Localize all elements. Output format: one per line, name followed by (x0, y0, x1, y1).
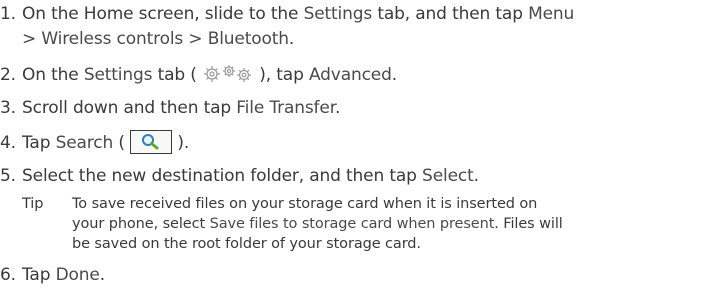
step-text: Tap (22, 265, 56, 285)
step-text: ). (177, 133, 190, 153)
tip-label: Tip (22, 196, 44, 212)
step-text: Select the new destination folder, and t… (22, 166, 423, 186)
step-5: 5. Select the new destination folder, and… (0, 164, 479, 189)
step-text: tab, and then tap (372, 4, 529, 24)
step-1-continuation: > Wireless controls > Bluetooth. (22, 27, 294, 52)
tip-line-3: be saved on the root folder of your stor… (72, 236, 421, 252)
ui-term-settings: Settings (303, 4, 373, 24)
step-number: 3. (0, 98, 16, 118)
step-text: ( (113, 133, 125, 153)
step-text: . (334, 98, 341, 118)
step-text: Tap (22, 133, 56, 153)
step-text: . (288, 29, 295, 49)
ui-term-path: > Wireless controls > Bluetooth (22, 29, 289, 49)
ui-term-done: Done (55, 265, 100, 285)
step-number: 2. (0, 65, 16, 85)
ui-term-save-files: Save files to storage card when present (209, 216, 495, 232)
step-number: 6. (0, 265, 16, 285)
ui-term-file-transfer: File Transfer (236, 98, 335, 118)
step-2: 2. On the Settings tab ( ), tap Advanced. (0, 62, 397, 88)
tip-text: your phone, select (72, 216, 210, 232)
step-number: 4. (0, 133, 16, 153)
gears-icon (204, 65, 252, 82)
ui-term-menu: Menu (528, 4, 575, 24)
step-text: . (391, 65, 398, 85)
ui-term-select: Select (422, 166, 474, 186)
step-3: 3. Scroll down and then tap File Transfer… (0, 96, 340, 121)
step-text: Scroll down and then tap (22, 98, 237, 118)
step-1: 1. On the Home screen, slide to the Setti… (0, 2, 574, 27)
step-text: On the Home screen, slide to the (22, 4, 304, 24)
tip-line-1: To save received files on your storage c… (72, 196, 538, 212)
search-icon (130, 130, 173, 154)
ui-term-settings: Settings (83, 65, 153, 85)
step-4: 4. Tap Search ( ). (0, 130, 189, 156)
ui-term-advanced: Advanced (308, 65, 392, 85)
step-text: On the (22, 65, 84, 85)
step-text: . (99, 265, 105, 285)
step-text: tab ( (152, 65, 197, 85)
step-6: 6. Tap Done. (0, 263, 105, 288)
step-number: 1. (0, 4, 16, 24)
step-text: . (473, 166, 479, 186)
tip-line-2: your phone, select Save files to storage… (72, 214, 563, 234)
step-number: 5. (0, 166, 16, 186)
instruction-steps: 1. On the Home screen, slide to the Setti… (0, 0, 727, 290)
step-text: ), tap (259, 65, 309, 85)
ui-term-search: Search (55, 133, 114, 153)
tip-text: . Files will (494, 216, 563, 232)
